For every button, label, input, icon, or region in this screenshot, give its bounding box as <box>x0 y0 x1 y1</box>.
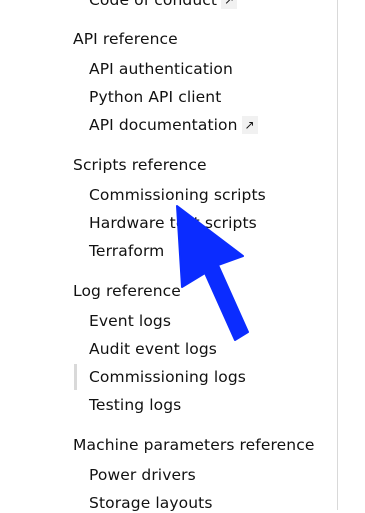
nav-item-code-of-conduct[interactable]: Code of conduct ↗ <box>89 0 238 10</box>
nav-item-hardware-test-scripts[interactable]: Hardware test scripts <box>89 213 257 233</box>
nav-group-scripts-reference[interactable]: Scripts reference <box>73 155 207 175</box>
nav-item-label: Hardware test scripts <box>89 214 257 232</box>
nav-group-machine-parameters-reference[interactable]: Machine parameters reference <box>73 435 314 455</box>
nav-item-commissioning-logs[interactable]: Commissioning logs <box>89 367 246 387</box>
nav-item-label: API documentation <box>89 116 238 134</box>
nav-item-label: Commissioning scripts <box>89 186 266 204</box>
nav-item-label: Event logs <box>89 312 172 330</box>
nav-group-log-reference[interactable]: Log reference <box>73 281 181 301</box>
nav-item-testing-logs[interactable]: Testing logs <box>89 395 181 415</box>
nav-item-label: Testing logs <box>89 396 182 414</box>
nav-item-python-api-client[interactable]: Python API client <box>89 87 221 107</box>
nav-item-label: Storage layouts <box>89 494 213 512</box>
nav-item-label: Code of conduct <box>89 0 218 9</box>
active-item-indicator <box>74 364 77 390</box>
nav-item-label: Commissioning logs <box>89 368 246 386</box>
nav-item-event-logs[interactable]: Event logs <box>89 311 171 331</box>
nav-item-commissioning-scripts[interactable]: Commissioning scripts <box>89 185 266 205</box>
nav-item-storage-layouts[interactable]: Storage layouts <box>89 493 213 513</box>
nav-item-power-drivers[interactable]: Power drivers <box>89 465 196 485</box>
nav-item-label: API authentication <box>89 60 233 78</box>
external-link-icon: ↗ <box>241 116 258 134</box>
nav-item-label: Audit event logs <box>89 340 217 358</box>
nav-item-api-authentication[interactable]: API authentication <box>89 59 233 79</box>
nav-item-label: Python API client <box>89 88 222 106</box>
nav-item-label: Terraform <box>89 242 165 260</box>
documentation-sidebar-nav: Code of conduct ↗ API reference API authe… <box>0 0 336 513</box>
nav-item-audit-event-logs[interactable]: Audit event logs <box>89 339 217 359</box>
external-link-icon: ↗ <box>221 0 238 9</box>
nav-item-terraform[interactable]: Terraform <box>89 241 164 261</box>
content-divider <box>337 0 338 510</box>
nav-item-label: Power drivers <box>89 466 196 484</box>
nav-group-api-reference[interactable]: API reference <box>73 29 178 49</box>
nav-item-api-documentation[interactable]: API documentation ↗ <box>89 115 258 135</box>
